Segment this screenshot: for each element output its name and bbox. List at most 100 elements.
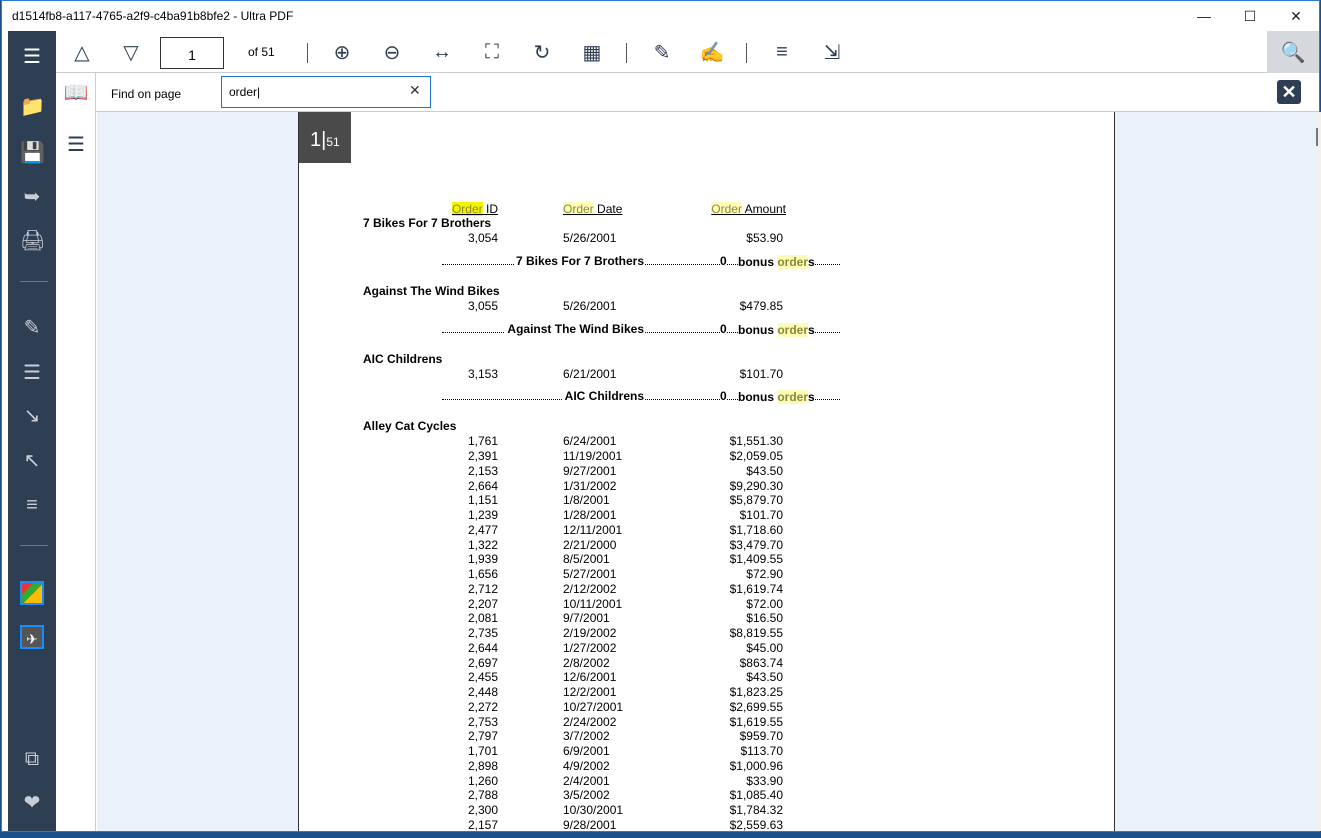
divider — [746, 43, 747, 63]
order-amount: $1,823.25 — [729, 685, 783, 699]
order-amount: $2,699.55 — [729, 699, 783, 714]
order-amount: $53.90 — [746, 231, 783, 245]
compress-icon[interactable]: ↘ — [20, 404, 44, 428]
group-name: 7 Bikes For 7 Brothers — [363, 216, 492, 230]
group-name: AIC Childrens — [363, 351, 443, 366]
maximize-button[interactable]: ☐ — [1227, 1, 1273, 31]
order-amount: $72.00 — [746, 596, 783, 611]
order-id: 3,153 — [467, 366, 498, 381]
order-id: 2,272 — [467, 699, 498, 714]
order-id: 2,477 — [467, 522, 498, 537]
order-amount: $9,290.30 — [729, 478, 783, 493]
order-amount: $43.50 — [746, 670, 783, 685]
order-date: 11/19/2001 — [563, 449, 623, 463]
fit-page-icon[interactable]: ⛶ — [478, 39, 506, 65]
order-date: 1/28/2001 — [563, 508, 617, 522]
order-id: 1,761 — [467, 434, 498, 449]
edit-document-icon[interactable]: ✎ — [648, 39, 676, 65]
outline-list-icon[interactable]: ☰ — [62, 131, 90, 157]
sign-document-icon[interactable]: ✍ — [698, 39, 726, 65]
order-id: 2,081 — [467, 611, 498, 626]
order-id: 2,448 — [467, 685, 498, 699]
reorder-pages-icon[interactable]: ≡ — [768, 39, 796, 65]
order-date: 10/27/2001 — [563, 699, 624, 714]
order-date: 2/21/2000 — [563, 537, 617, 552]
toolbar: △ ▽ of 51 ⊕ ⊖ ↔ ⛶ ↻ ▦ ✎ ✍ ≡ ⇲ 🔍 — [56, 31, 1319, 73]
bonus-suffix: s — [808, 322, 815, 337]
order-amount: $2,059.05 — [729, 449, 783, 463]
close-find-button[interactable]: ✕ — [1277, 80, 1301, 104]
bonus-count: 0 — [720, 389, 727, 404]
order-id: 2,735 — [467, 626, 498, 640]
order-amount: $33.90 — [746, 773, 783, 788]
fit-width-icon[interactable]: ↔ — [428, 39, 456, 65]
order-date: 3/7/2002 — [563, 729, 610, 744]
order-date: 2/12/2002 — [563, 581, 617, 596]
open-folder-icon[interactable]: 📁 — [20, 95, 45, 119]
divider — [307, 43, 308, 63]
order-date: 9/28/2001 — [563, 817, 617, 831]
find-input[interactable]: order| — [221, 76, 431, 108]
chevron-down-icon[interactable]: ▽ — [117, 39, 145, 65]
order-date: 2/19/2002 — [563, 626, 617, 640]
order-date: 1/31/2002 — [563, 478, 617, 493]
search-button[interactable]: 🔍 — [1267, 31, 1319, 73]
order-id: 3,055 — [467, 298, 498, 313]
order-date: 6/21/2001 — [563, 366, 617, 381]
order-id: 2,300 — [467, 803, 498, 817]
order-id: 1,656 — [467, 567, 498, 581]
order-amount: $72.90 — [746, 567, 783, 581]
header-order-amount: Order Amount — [711, 202, 786, 216]
chevron-up-icon[interactable]: △ — [68, 39, 96, 65]
pdf-page: 1|51 Order ID Order Date Order Amount 7 … — [298, 112, 1115, 831]
edit-text-icon[interactable]: ☰ — [20, 361, 44, 385]
bonus-text: bonus — [738, 322, 774, 337]
export-icon[interactable]: ➥ — [20, 185, 44, 209]
zoom-out-icon[interactable]: ⊖ — [378, 39, 406, 65]
order-id: 2,644 — [467, 640, 498, 655]
minimize-button[interactable]: — — [1181, 1, 1227, 31]
order-date: 5/27/2001 — [563, 567, 617, 581]
order-amount: $8,819.55 — [729, 626, 783, 640]
group-summary-name: AIC Childrens — [562, 389, 644, 404]
reorder-icon[interactable]: ≡ — [20, 493, 44, 517]
header-text: Date — [593, 202, 623, 216]
order-amount: $45.00 — [746, 640, 783, 655]
hamburger-menu-icon[interactable]: ☰ — [20, 45, 44, 69]
order-amount: $2,559.63 — [729, 817, 783, 831]
order-date: 1/27/2002 — [563, 640, 617, 655]
print-icon[interactable]: 🖨 — [20, 229, 45, 253]
bonus-suffix: s — [808, 390, 815, 405]
group-summary-name: Against The Wind Bikes — [505, 321, 644, 336]
heart-icon[interactable]: ❤ — [20, 791, 44, 815]
order-amount: $959.70 — [739, 729, 783, 744]
app-icon-plane[interactable]: ✈ — [20, 625, 44, 649]
order-amount: $101.70 — [739, 508, 783, 522]
clear-search-icon[interactable]: ✕ — [409, 82, 421, 99]
edit-page-icon[interactable]: ✎ — [20, 316, 44, 340]
order-id: 2,157 — [467, 817, 498, 831]
scrollbar-thumb[interactable] — [1316, 128, 1318, 146]
order-date: 9/27/2001 — [563, 463, 617, 478]
order-date: 12/2/2001 — [563, 685, 617, 699]
rotate-icon[interactable]: ↻ — [528, 39, 556, 65]
zoom-in-icon[interactable]: ⊕ — [328, 39, 356, 65]
order-id: 1,939 — [467, 552, 498, 567]
order-date: 6/24/2001 — [563, 434, 617, 449]
expand-icon[interactable]: ↖ — [20, 449, 44, 473]
order-amount: $101.70 — [739, 366, 783, 381]
bookmark-icon[interactable]: 📖 — [62, 79, 90, 105]
badge-page: 1 — [310, 129, 322, 151]
page-number-input[interactable] — [160, 37, 224, 69]
order-amount: $1,784.32 — [729, 803, 783, 817]
app-icon-colors[interactable] — [20, 581, 44, 605]
scrollbar[interactable] — [1315, 112, 1321, 831]
document-viewer: 1|51 Order ID Order Date Order Amount 7 … — [97, 112, 1315, 831]
divider — [20, 281, 48, 282]
save-as-icon[interactable]: 💾 — [20, 141, 45, 165]
grid-view-icon[interactable]: ▦ — [578, 39, 606, 65]
close-button[interactable]: ✕ — [1273, 1, 1319, 31]
compress-icon[interactable]: ⇲ — [818, 39, 846, 65]
share-icon[interactable]: ⧉ — [20, 747, 44, 771]
order-id: 1,322 — [467, 537, 498, 552]
